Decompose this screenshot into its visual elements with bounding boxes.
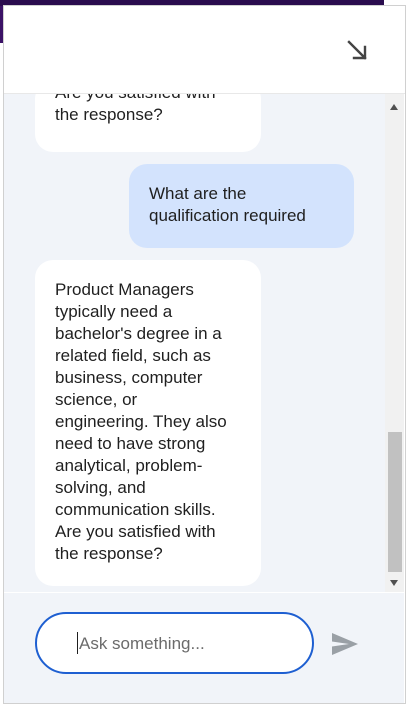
user-message: What are the qualification required [129,164,354,248]
scrollbar[interactable] [385,94,404,592]
send-button[interactable] [330,631,360,657]
chat-header [4,6,405,94]
message-line: Are you satisfied with [55,522,216,541]
message-line: the response? [55,105,163,124]
chat-widget: Are you satisfied with the response? Wha… [3,5,406,704]
message-line: science, or [55,390,138,409]
minimize-button[interactable] [344,37,372,65]
chat-messages-area[interactable]: Are you satisfied with the response? Wha… [4,94,404,592]
bot-message: Are you satisfied with the response? [35,94,261,152]
message-input-wrapper[interactable] [35,612,314,674]
text-caret [77,632,78,654]
message-line: analytical, problem- [55,456,203,475]
message-line: What are the [149,184,247,203]
message-line: Product Managers [55,280,194,299]
message-line: the response? [55,544,163,563]
message-line: related field, such as [55,346,211,365]
message-line: Are you satisfied with [55,94,241,104]
message-line: need to have strong [55,434,206,453]
scrollbar-thumb[interactable] [388,432,402,572]
message-line: communication skills. [55,500,216,519]
message-composer [4,593,404,703]
bot-message: Product Managers typically need a bachel… [35,260,261,586]
scroll-down-arrow-icon[interactable] [390,580,398,586]
message-line: bachelor's degree in a [55,324,222,343]
message-input[interactable] [77,628,301,660]
scroll-up-arrow-icon[interactable] [390,104,398,110]
message-line: business, computer [55,368,203,387]
message-line: typically need a [55,302,173,321]
message-line: engineering. They also [55,412,227,431]
arrow-down-right-icon [347,40,367,60]
message-line: qualification required [149,206,306,225]
send-icon [332,633,358,655]
message-line: solving, and [55,478,146,497]
